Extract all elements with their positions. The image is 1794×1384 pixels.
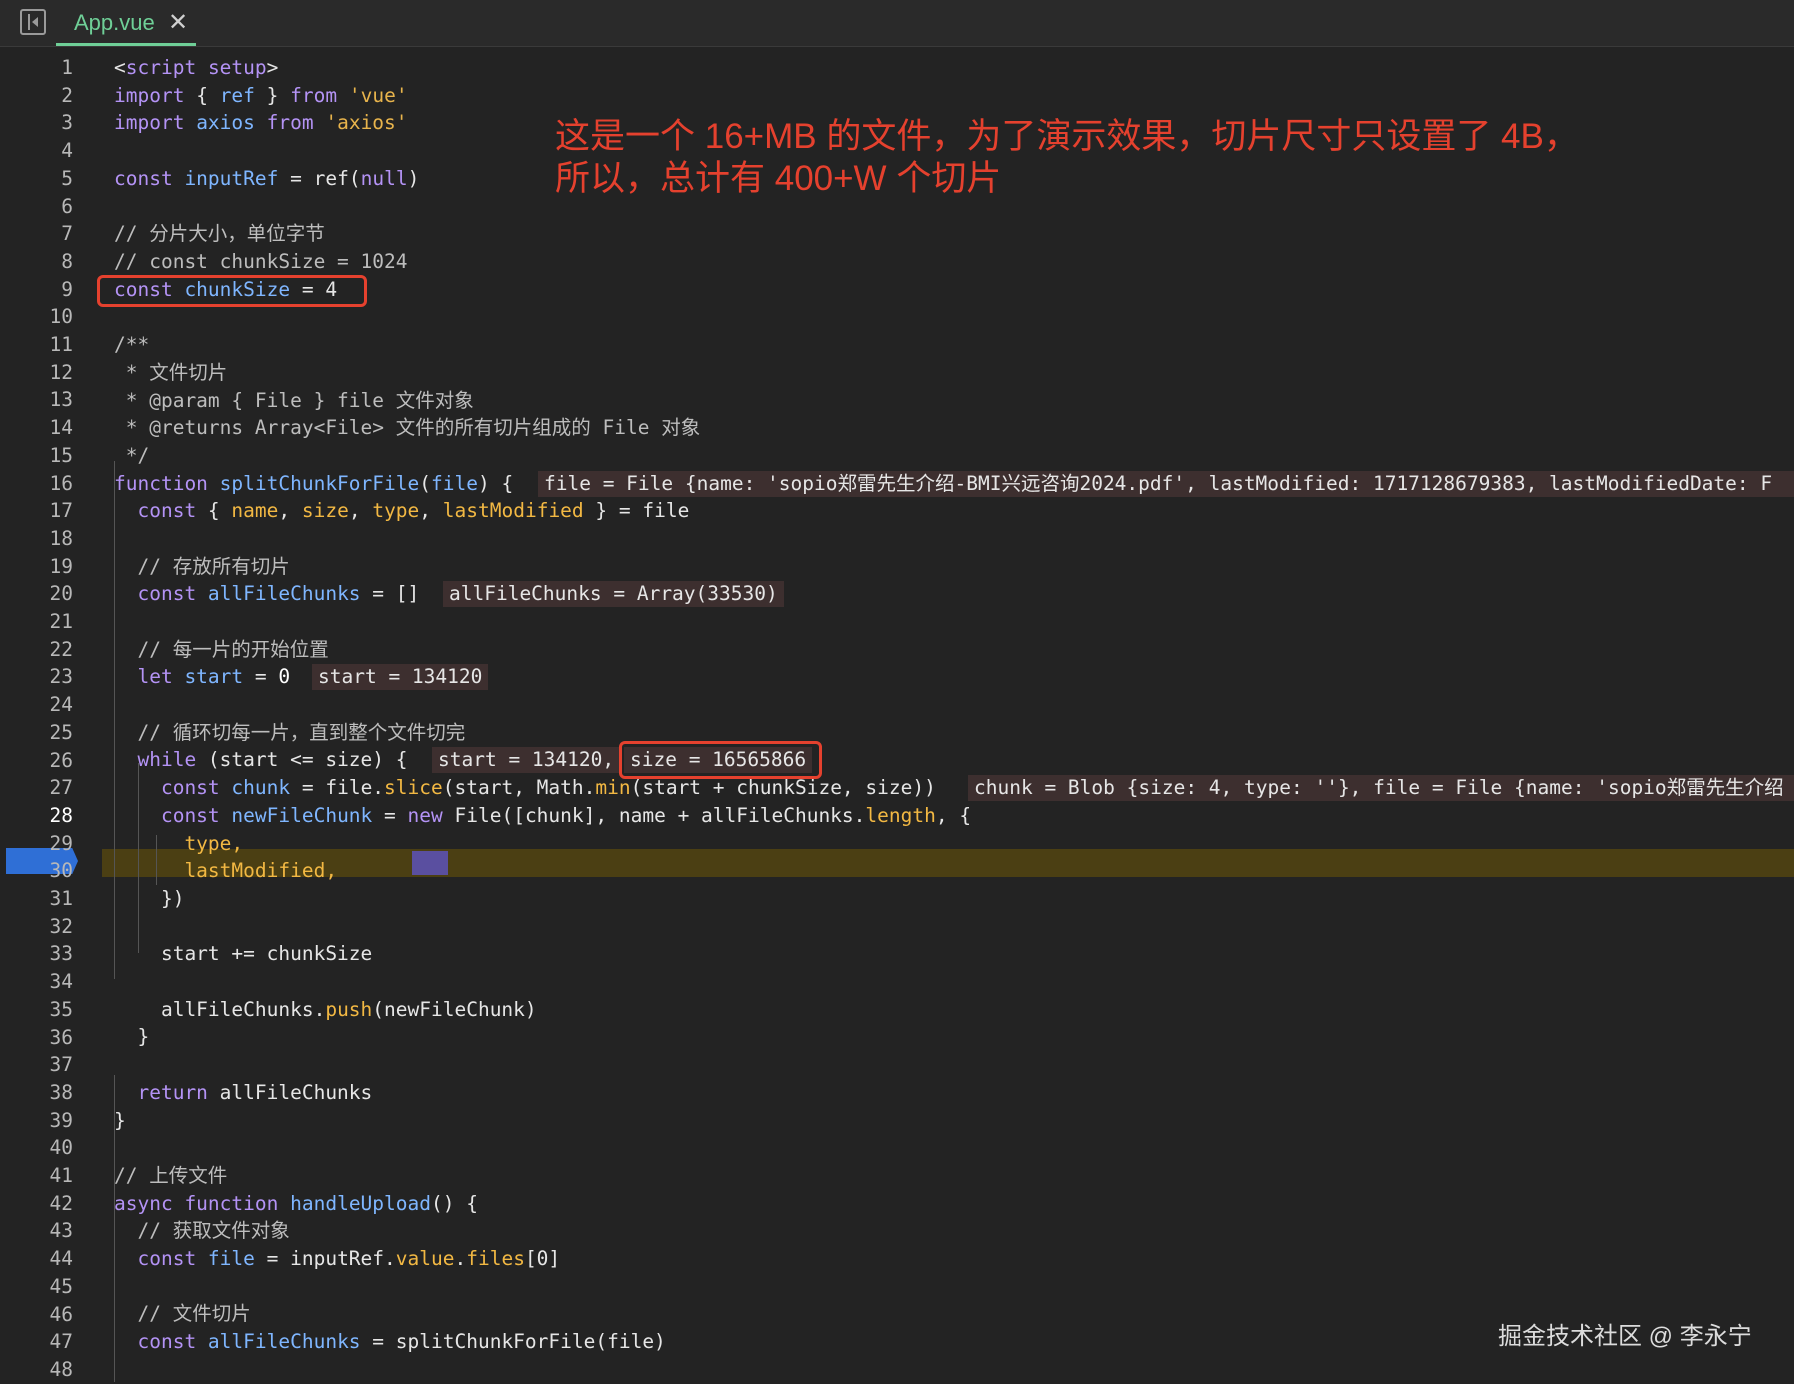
code-line-35: allFileChunks.push(newFileChunk) <box>114 998 537 1021</box>
code-editor[interactable]: <script setup> import { ref } from 'vue'… <box>0 47 1794 1382</box>
code-line-46: // 文件切片 <box>114 1302 251 1325</box>
code-line-20: const allFileChunks = [] <box>114 582 420 605</box>
code-line-13: * @param { File } file 文件对象 <box>114 389 474 412</box>
code-line-42: async function handleUpload() { <box>114 1192 478 1215</box>
annotation-line-2: 所以，总计有 400+W 个切片 <box>555 159 1002 198</box>
code-line-12: * 文件切片 <box>114 361 228 384</box>
code-line-17: const { name, size, type, lastModified }… <box>114 499 690 522</box>
line-number[interactable]: 28 <box>0 802 73 830</box>
code-line-41: // 上传文件 <box>114 1164 228 1187</box>
code-line-7: // 分片大小，单位字节 <box>114 222 325 245</box>
code-line-15: */ <box>114 444 150 467</box>
code-line-36: } <box>114 1025 150 1048</box>
code-line-16: function splitChunkForFile(file) { <box>114 472 514 495</box>
code-line-5: const inputRef = ref(null) <box>114 167 420 190</box>
code-line-44: const file = inputRef.value.files[0] <box>114 1247 561 1270</box>
code-line-39: } <box>114 1109 126 1132</box>
tab-app-vue[interactable]: App.vue ✕ <box>56 0 196 46</box>
code-line-25: // 循环切每一片，直到整个文件切完 <box>114 721 466 744</box>
code-line-38: return allFileChunks <box>114 1081 373 1104</box>
code-line-11: /** <box>114 333 150 356</box>
inline-value-start-loop: start = 134120, <box>432 747 621 773</box>
inline-value-allFileChunks: allFileChunks = Array(33530) <box>443 581 784 607</box>
inline-value-chunk: chunk = Blob {size: 4, type: ''}, file =… <box>968 775 1794 801</box>
tab-label: App.vue <box>74 10 155 35</box>
code-line-23: let start = 0 <box>114 665 291 688</box>
code-line-8: // const chunkSize = 1024 <box>114 250 408 273</box>
annotation-text: 这是一个 16+MB 的文件，为了演示效果，切片尺寸只设置了 4B， 所以，总计… <box>555 116 1579 200</box>
code-line-30: lastModified, <box>114 859 338 882</box>
sidebar-toggle-icon[interactable] <box>20 9 46 35</box>
watermark: 掘金技术社区 @ 李永宁 <box>1498 1323 1752 1350</box>
selection-highlight <box>412 851 448 875</box>
code-line-47: const allFileChunks = splitChunkForFile(… <box>114 1330 666 1353</box>
inline-value-file: file = File {name: 'sopio郑雷先生介绍-BMI兴远咨询2… <box>538 471 1794 497</box>
close-icon[interactable]: ✕ <box>168 8 188 37</box>
code-line-43: // 获取文件对象 <box>114 1219 290 1242</box>
current-execution-line <box>102 849 1794 877</box>
highlight-box-chunksize <box>97 275 367 307</box>
code-line-14: * @returns Array<File> 文件的所有切片组成的 File 对… <box>114 416 701 439</box>
code-line-29: type, <box>114 832 244 855</box>
highlight-box-size <box>619 741 822 779</box>
code-line-26: while (start <= size) { <box>114 748 408 771</box>
code-line-3: import axios from 'axios' <box>114 111 408 134</box>
code-line-31: }) <box>114 887 185 910</box>
code-line-2: import { ref } from 'vue' <box>114 84 408 107</box>
code-line-1: <script setup> <box>114 56 279 79</box>
inline-value-start: start = 134120 <box>312 664 489 690</box>
code-line-19: // 存放所有切片 <box>114 555 290 578</box>
annotation-line-1: 这是一个 16+MB 的文件，为了演示效果，切片尺寸只设置了 4B， <box>555 117 1579 156</box>
code-line-28: const newFileChunk = new File([chunk], n… <box>114 804 972 827</box>
code-line-22: // 每一片的开始位置 <box>114 638 329 661</box>
code-line-33: start += chunkSize <box>114 942 373 965</box>
tab-bar: App.vue ✕ <box>0 0 1794 47</box>
